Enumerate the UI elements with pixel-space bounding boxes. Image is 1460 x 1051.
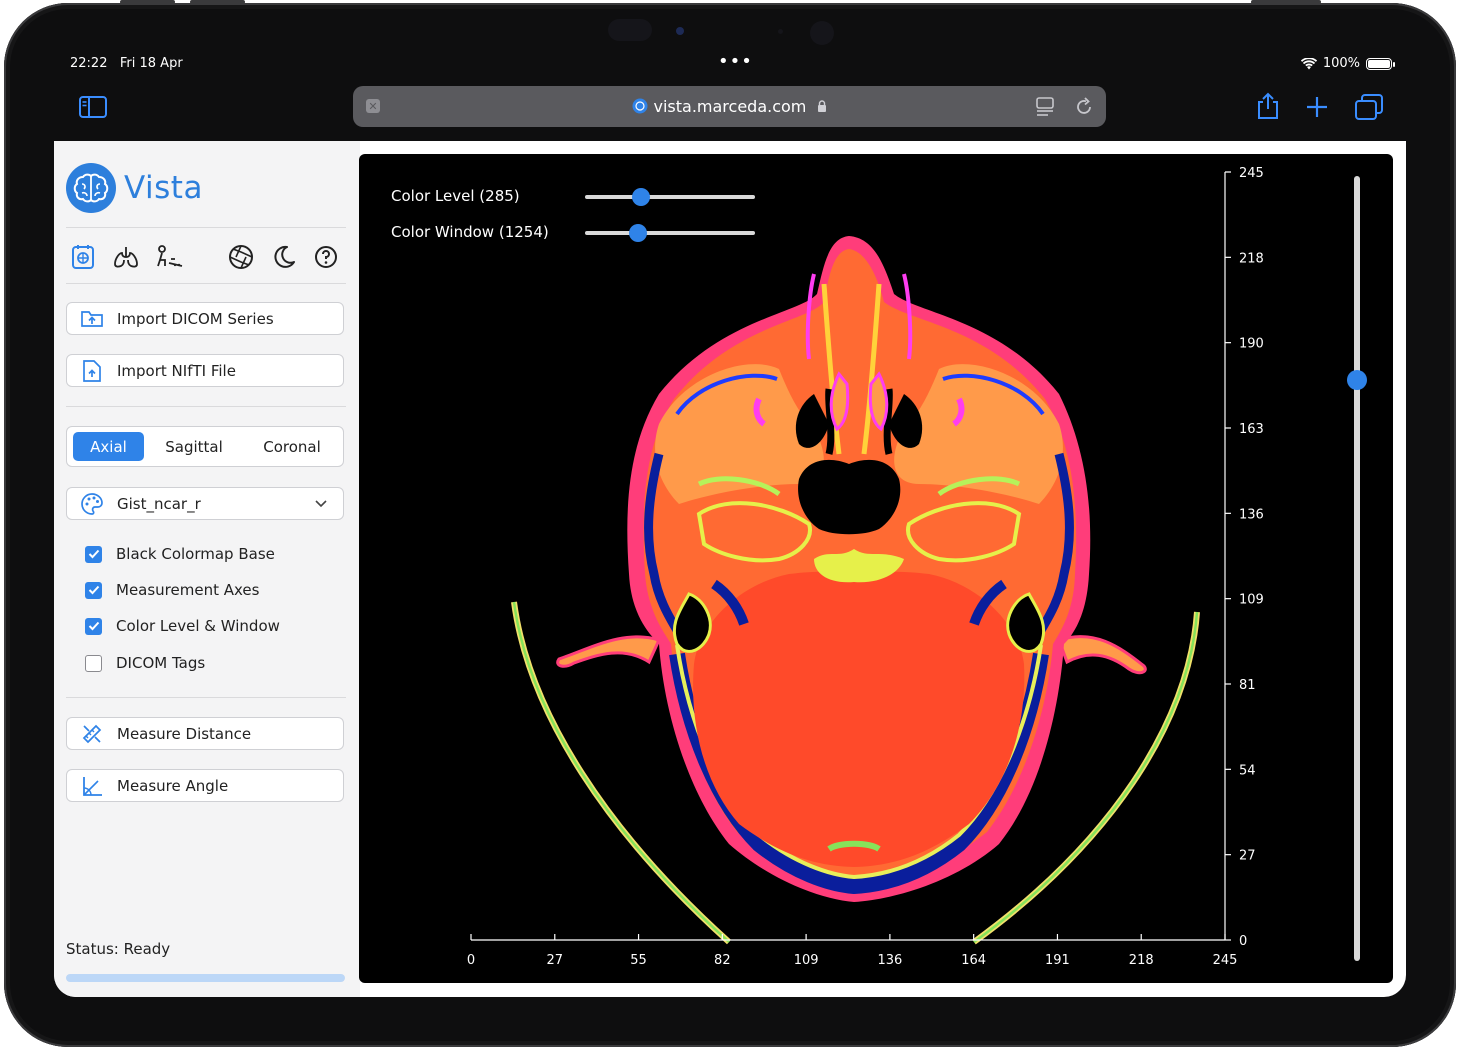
view-orientation-selector: Axial Sagittal Coronal (66, 426, 344, 467)
palette-icon (81, 492, 103, 515)
measure-angle-label: Measure Angle (117, 776, 229, 795)
site-favicon-icon (632, 98, 647, 114)
power-button (1251, 0, 1321, 4)
checkbox[interactable] (85, 581, 102, 599)
checkbox-color-level-window[interactable]: Color Level & Window (85, 617, 280, 635)
tab-sagittal[interactable]: Sagittal (155, 432, 233, 461)
address-bar[interactable]: ✕ vista.marceda.com (353, 86, 1106, 127)
app-logo: Vista (66, 163, 203, 213)
chevron-down-icon (315, 500, 327, 508)
checkbox-black-colormap-base[interactable]: Black Colormap Base (85, 545, 275, 563)
ruler-cross-icon (81, 723, 103, 745)
divider (66, 406, 346, 407)
tool-icon-row (66, 242, 346, 272)
divider (66, 227, 346, 228)
lungs-icon[interactable] (111, 242, 141, 272)
checkbox-label: Black Colormap Base (116, 545, 275, 563)
y-tick-label: 136 (1239, 507, 1264, 522)
import-dicom-button[interactable]: Import DICOM Series (66, 302, 344, 335)
checkbox-label: Measurement Axes (116, 581, 260, 599)
sidebar-toggle-icon[interactable] (78, 95, 108, 119)
tab-axial[interactable]: Axial (73, 432, 144, 461)
sidebar: Vista Import DICOM Series Import NIfTI F… (54, 141, 360, 997)
clock: 22:22 Fri 18 Apr (70, 56, 183, 71)
x-tick-label: 55 (630, 953, 647, 968)
volume-button (120, 0, 175, 4)
x-tick-label: 164 (961, 953, 986, 968)
sensor (608, 19, 652, 41)
volume-button (190, 0, 245, 4)
divider (66, 283, 346, 284)
y-tick-label: 163 (1239, 422, 1264, 437)
tab-coronal[interactable]: Coronal (253, 432, 331, 461)
x-tick-label: 27 (547, 953, 564, 968)
moon-icon[interactable] (269, 242, 299, 272)
colormap-value: Gist_ncar_r (117, 494, 201, 513)
checkbox[interactable] (85, 545, 102, 563)
x-tick-label: 136 (877, 953, 902, 968)
file-upload-icon (81, 359, 103, 382)
checkbox-label: DICOM Tags (116, 654, 206, 672)
app-name: Vista (124, 170, 203, 206)
import-nifti-button[interactable]: Import NIfTI File (66, 354, 344, 387)
checkbox[interactable] (85, 654, 102, 672)
y-tick-label: 190 (1239, 337, 1264, 352)
aperture-icon[interactable] (226, 242, 256, 272)
reload-icon[interactable] (1074, 97, 1094, 117)
measurement-axes: 0 27 55 82 109 136 164 191 218 245 245 218 190 163 136… (467, 166, 1264, 968)
checkbox-dicom-tags[interactable]: DICOM Tags (85, 654, 205, 672)
x-tick-label: 82 (714, 953, 731, 968)
import-dicom-label: Import DICOM Series (117, 309, 274, 328)
wifi-icon (1300, 57, 1317, 69)
share-icon[interactable] (1254, 91, 1282, 121)
colormap-select[interactable]: Gist_ncar_r (66, 487, 344, 520)
measure-distance-label: Measure Distance (117, 724, 252, 743)
skeleton-icon[interactable] (154, 242, 184, 272)
folder-upload-icon (81, 308, 103, 330)
angle-icon (81, 775, 103, 797)
app-screen: Vista Import DICOM Series Import NIfTI F… (54, 141, 1406, 997)
progress-bar (66, 974, 345, 982)
y-tick-label: 218 (1239, 251, 1264, 266)
x-tick-label: 218 (1129, 953, 1154, 968)
x-tick-label: 109 (794, 953, 819, 968)
status-text: Status: Ready (66, 940, 171, 958)
battery-percent: 100% (1322, 56, 1360, 71)
y-tick-label: 81 (1239, 678, 1256, 693)
reader-icon[interactable] (1036, 97, 1054, 117)
front-camera (676, 27, 684, 35)
x-tick-label: 0 (467, 953, 475, 968)
mri-scan-icon[interactable] (68, 242, 98, 272)
x-tick-label: 191 (1045, 953, 1070, 968)
divider (66, 697, 346, 698)
battery-icon (1366, 57, 1395, 70)
lock-icon (818, 100, 827, 112)
import-nifti-label: Import NIfTI File (117, 361, 236, 380)
y-tick-label: 245 (1239, 166, 1264, 181)
tabs-overview-icon[interactable] (1354, 93, 1384, 121)
y-tick-label: 109 (1239, 593, 1264, 608)
y-tick-label: 54 (1239, 763, 1256, 778)
checkbox-measurement-axes[interactable]: Measurement Axes (85, 581, 259, 599)
y-tick-label: 0 (1239, 934, 1247, 949)
url-display[interactable]: vista.marceda.com (353, 97, 1106, 116)
measure-angle-button[interactable]: Measure Angle (66, 769, 344, 802)
y-tick-label: 27 (1239, 849, 1256, 864)
checkbox[interactable] (85, 617, 102, 635)
help-icon[interactable] (311, 242, 341, 272)
image-viewer[interactable]: Color Level (285) Color Window (1254) 02… (359, 154, 1393, 983)
status-bar: 22:22 Fri 18 Apr ••• 100% (70, 51, 1395, 74)
multitasking-dots[interactable]: ••• (718, 51, 753, 72)
checkbox-label: Color Level & Window (116, 617, 280, 635)
brain-logo-icon (66, 163, 116, 213)
sensor (810, 21, 834, 45)
new-tab-icon[interactable] (1303, 93, 1331, 121)
x-tick-label: 245 (1213, 953, 1238, 968)
sensor-dot (778, 29, 783, 34)
measure-distance-button[interactable]: Measure Distance (66, 717, 344, 750)
